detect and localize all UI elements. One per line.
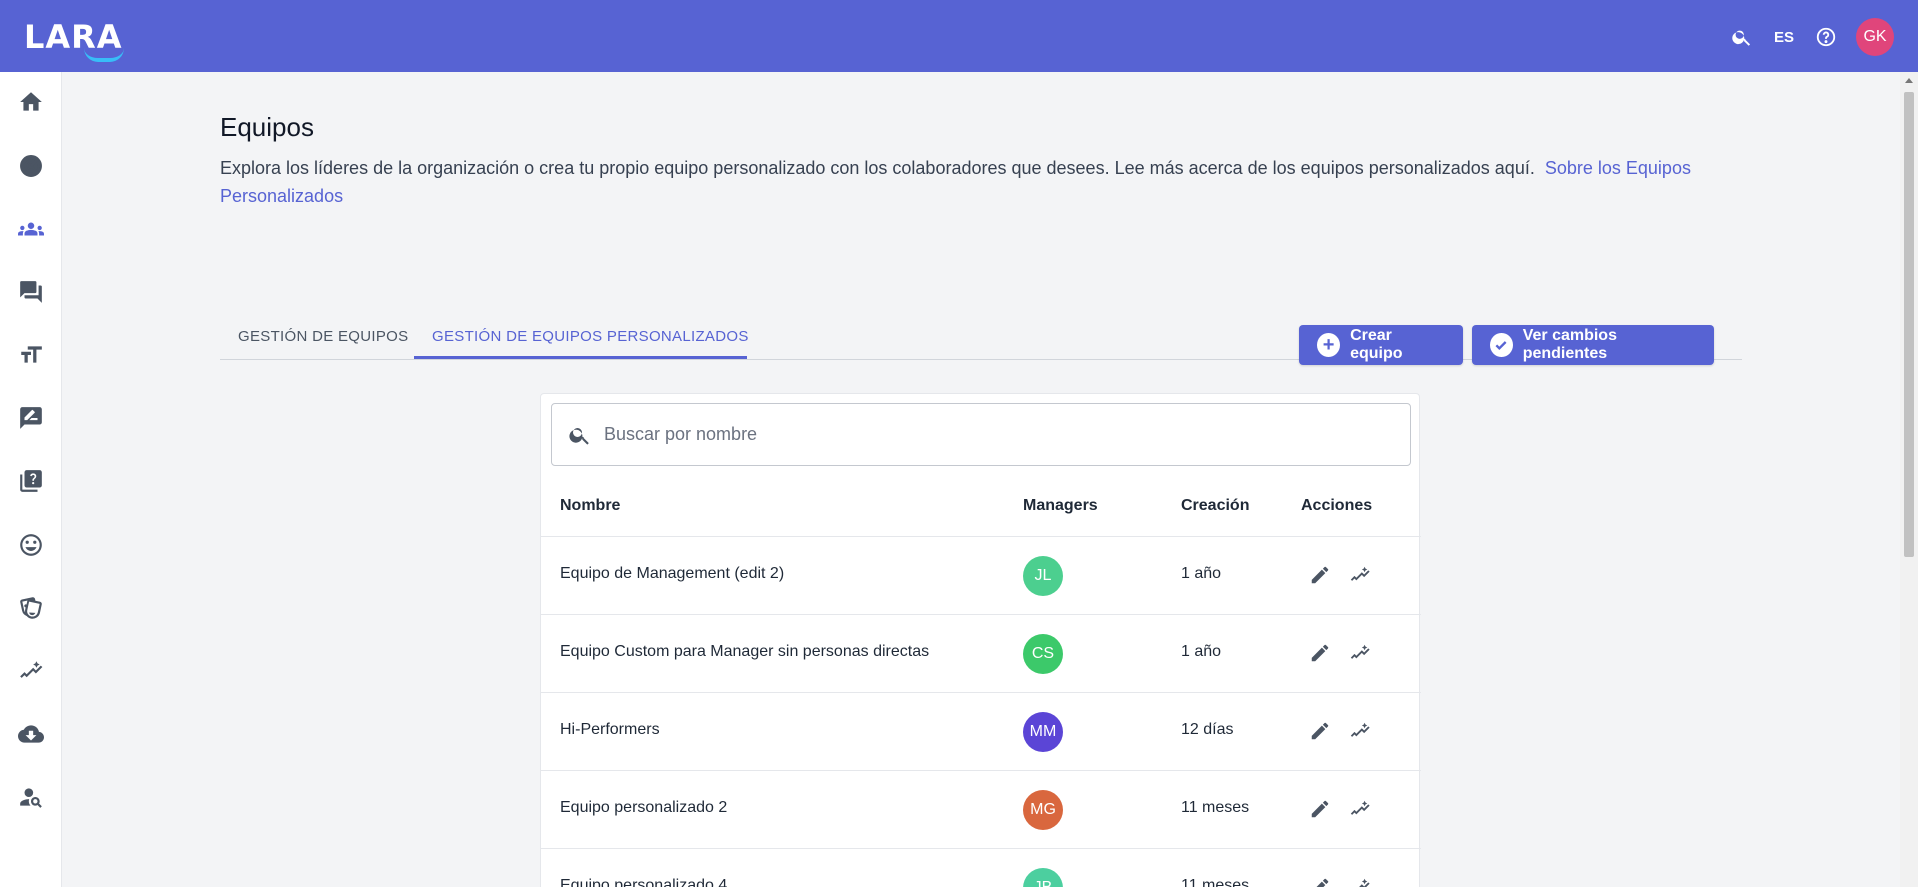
help-icon[interactable] — [1808, 19, 1844, 55]
top-actions: ES GK — [1724, 18, 1894, 56]
create-team-button[interactable]: + Crear equipo — [1299, 325, 1463, 365]
table-row: Equipo personalizado 2 MG 11 meses — [541, 770, 1421, 848]
column-header-actions: Acciones — [1301, 497, 1373, 514]
feedback-icon[interactable] — [13, 400, 49, 436]
edit-icon[interactable] — [1309, 798, 1333, 822]
team-name: Hi-Performers — [560, 721, 660, 738]
target-icon[interactable] — [13, 148, 49, 184]
search-input[interactable] — [604, 424, 1384, 445]
edit-icon[interactable] — [1309, 642, 1333, 666]
column-header-managers: Managers — [1023, 497, 1098, 514]
page-scrollbar[interactable] — [1900, 72, 1918, 887]
edit-icon[interactable] — [1309, 564, 1333, 588]
manager-avatar[interactable]: CS — [1023, 634, 1063, 674]
custom-teams-card: Nombre Managers Creación Acciones Equipo… — [540, 393, 1421, 887]
home-icon[interactable] — [13, 84, 49, 120]
search-box — [551, 403, 1411, 466]
teams-icon[interactable] — [13, 211, 49, 247]
table-row: Equipo personalizado 4 JB 11 meses — [541, 848, 1421, 887]
created-ago: 1 año — [1181, 643, 1222, 660]
analytics-icon[interactable] — [1349, 876, 1373, 887]
team-name: Equipo Custom para Manager sin personas … — [560, 643, 930, 660]
check-circle-icon — [1490, 333, 1513, 357]
column-header-name[interactable]: Nombre — [560, 497, 620, 515]
created-ago: 11 meses — [1181, 877, 1250, 887]
search-icon[interactable] — [1724, 19, 1760, 55]
create-team-label: Crear equipo — [1350, 327, 1403, 362]
trend-icon[interactable] — [13, 653, 49, 689]
chat-icon[interactable] — [13, 274, 49, 310]
language-selector[interactable]: ES — [1760, 29, 1808, 46]
manager-avatar[interactable]: MM — [1023, 712, 1063, 752]
plus-circle-icon: + — [1317, 333, 1341, 357]
app-logo[interactable]: LARA — [24, 18, 124, 62]
analytics-icon[interactable] — [1349, 798, 1373, 822]
analytics-icon[interactable] — [1349, 642, 1373, 666]
manager-avatar[interactable]: JL — [1023, 556, 1063, 596]
edit-icon[interactable] — [1309, 876, 1333, 887]
view-pending-changes-button[interactable]: Ver cambios pendientes — [1472, 325, 1714, 365]
page-description: Explora los líderes de la organización o… — [220, 154, 1700, 210]
edit-icon[interactable] — [1309, 720, 1333, 744]
user-avatar[interactable]: GK — [1856, 18, 1894, 56]
page-title: Equipos — [220, 112, 314, 142]
user-search-icon[interactable] — [13, 779, 49, 815]
scroll-up-arrow[interactable] — [1905, 78, 1913, 83]
manager-avatar[interactable]: JB — [1023, 868, 1063, 887]
text-size-icon[interactable] — [13, 337, 49, 373]
manager-avatar[interactable]: MG — [1023, 790, 1063, 830]
scroll-thumb[interactable] — [1904, 92, 1914, 557]
masks-icon[interactable] — [13, 590, 49, 626]
table-row: Hi-Performers MM 12 días — [541, 692, 1421, 770]
top-bar: LARA ES GK — [0, 0, 1918, 72]
analytics-icon[interactable] — [1349, 720, 1373, 744]
cloud-download-icon[interactable] — [13, 716, 49, 752]
view-pending-changes-label: Ver cambios pendientes — [1522, 327, 1617, 362]
team-name: Equipo personalizado 2 — [560, 799, 728, 816]
question-book-icon[interactable] — [13, 463, 49, 499]
table-row: Equipo de Management (edit 2) JL 1 año — [541, 536, 1421, 614]
analytics-icon[interactable] — [1349, 564, 1373, 588]
search-icon — [569, 427, 589, 445]
created-ago: 1 año — [1181, 565, 1222, 582]
created-ago: 12 días — [1181, 721, 1234, 738]
tab-team-management[interactable]: GESTIÓN DE EQUIPOS — [220, 312, 426, 360]
team-name: Equipo personalizado 4 — [560, 877, 728, 887]
table-row: Equipo Custom para Manager sin personas … — [541, 614, 1421, 692]
sidebar — [0, 72, 62, 887]
team-name: Equipo de Management (edit 2) — [560, 565, 785, 582]
column-header-created[interactable]: Creación — [1181, 497, 1249, 515]
created-ago: 11 meses — [1181, 799, 1250, 816]
description-text: Explora los líderes de la organización o… — [220, 158, 1535, 178]
smile-icon[interactable] — [13, 527, 49, 563]
tab-custom-team-management[interactable]: GESTIÓN DE EQUIPOS PERSONALIZADOS — [414, 312, 767, 360]
